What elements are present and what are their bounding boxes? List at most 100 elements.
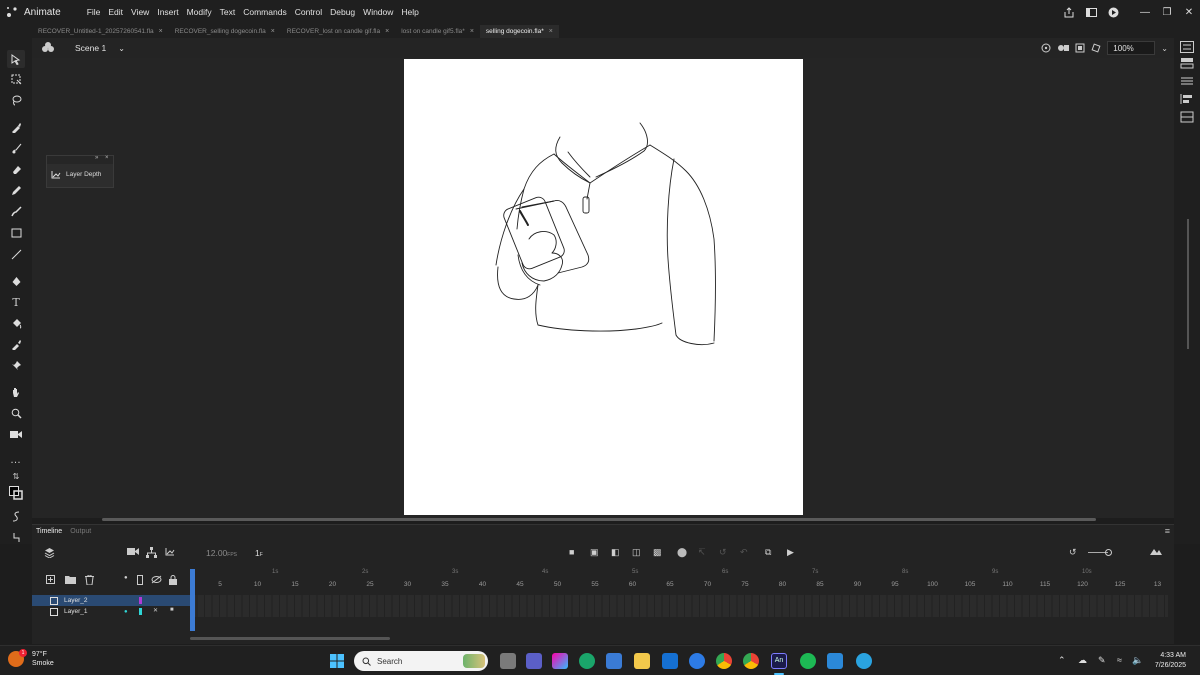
pen-tool-icon[interactable] bbox=[7, 272, 25, 290]
store-icon[interactable] bbox=[606, 653, 622, 669]
chrome-profile-icon[interactable] bbox=[743, 653, 759, 669]
outlook-icon[interactable] bbox=[662, 653, 678, 669]
tab-recover-selling-dogecoin[interactable]: RECOVER_selling dogecoin.fla × bbox=[169, 25, 281, 38]
tab-output[interactable]: Output bbox=[70, 528, 91, 535]
tab-recover-untitled[interactable]: RECOVER_Untitled-1_20257260541.fla × bbox=[32, 25, 169, 38]
menu-text[interactable]: Text bbox=[220, 7, 236, 17]
menu-edit[interactable]: Edit bbox=[108, 7, 123, 17]
layer-depth-button[interactable]: Layer Depth bbox=[51, 170, 101, 179]
volume-icon[interactable]: 🔈 bbox=[1132, 655, 1143, 666]
layer-depth-icon[interactable] bbox=[165, 547, 175, 556]
paint-bucket-tool-icon[interactable] bbox=[7, 314, 25, 332]
menu-help[interactable]: Help bbox=[401, 7, 418, 17]
messenger-icon[interactable] bbox=[689, 653, 705, 669]
eye-hidden-icon[interactable] bbox=[151, 575, 162, 584]
mountains-icon[interactable] bbox=[1150, 547, 1162, 555]
free-transform-tool-icon[interactable] bbox=[7, 70, 25, 88]
task-view-icon[interactable] bbox=[500, 653, 516, 669]
line-tool-icon[interactable] bbox=[7, 245, 25, 263]
delete-layer-icon[interactable] bbox=[85, 575, 94, 585]
copilot-icon[interactable] bbox=[552, 653, 568, 669]
outline-icon[interactable] bbox=[137, 575, 143, 585]
center-stage-icon[interactable] bbox=[1041, 43, 1051, 53]
wifi-icon[interactable]: ≈ bbox=[1117, 655, 1122, 665]
pen-icon[interactable]: ✎ bbox=[1098, 655, 1106, 666]
hand-tool-icon[interactable] bbox=[7, 383, 25, 401]
panel-menu-icon[interactable]: ≡ bbox=[1165, 526, 1170, 536]
file-explorer-icon[interactable] bbox=[634, 653, 650, 669]
library-icon[interactable] bbox=[1180, 57, 1194, 69]
minimize-icon[interactable]: — bbox=[1134, 0, 1156, 24]
timeline-horizontal-scrollbar[interactable] bbox=[190, 637, 390, 640]
tab-lost-on-candle-gif5[interactable]: lost on candle gif5.fla* × bbox=[395, 25, 480, 38]
smooth-icon[interactable] bbox=[7, 507, 25, 525]
playhead[interactable] bbox=[190, 569, 195, 631]
camera-icon[interactable] bbox=[127, 547, 139, 556]
layer-row-layer-1[interactable]: Layer_1 ● ✕ ■ bbox=[32, 606, 190, 617]
highlight-dot-icon[interactable]: ● bbox=[124, 609, 128, 615]
close-icon[interactable]: ✕ bbox=[1178, 0, 1200, 24]
assets-icon[interactable] bbox=[1180, 75, 1194, 87]
chevron-down-icon[interactable]: ⌄ bbox=[1161, 44, 1168, 53]
stage[interactable] bbox=[404, 59, 803, 515]
eraser-tool-icon[interactable] bbox=[7, 160, 25, 178]
frame-size-slider-thumb[interactable] bbox=[1105, 549, 1112, 556]
layer-row-layer-2[interactable]: Layer_2 bbox=[32, 595, 190, 606]
frames-row-layer-1[interactable] bbox=[190, 606, 1168, 617]
insert-blank-keyframe-icon[interactable]: ◧ bbox=[611, 547, 620, 558]
chevron-down-icon[interactable]: ⌄ bbox=[118, 44, 125, 53]
search-input[interactable]: Search bbox=[354, 651, 488, 671]
text-tool-icon[interactable]: T bbox=[7, 293, 25, 311]
lock-icon[interactable]: ■ bbox=[170, 607, 174, 613]
collapse-icon[interactable]: » bbox=[95, 155, 98, 161]
stroke-fill-color-icon[interactable] bbox=[7, 484, 25, 502]
menu-modify[interactable]: Modify bbox=[187, 7, 212, 17]
insert-frame-icon[interactable]: ■ bbox=[569, 547, 574, 557]
properties-icon[interactable] bbox=[1180, 41, 1194, 53]
eyedropper-tool-icon[interactable] bbox=[7, 335, 25, 353]
right-scrollbar[interactable] bbox=[1187, 219, 1189, 349]
create-tween-icon[interactable]: ◫ bbox=[632, 547, 641, 558]
close-icon[interactable]: × bbox=[549, 28, 553, 35]
layers-icon[interactable] bbox=[44, 547, 55, 558]
onion-skin-icon[interactable]: ⬤ bbox=[677, 547, 687, 558]
fit-frames-icon[interactable]: ↺ bbox=[1069, 547, 1077, 558]
layer-outline-color-swatch[interactable] bbox=[139, 597, 142, 604]
align-icon[interactable] bbox=[1180, 93, 1194, 105]
brush-tool-icon[interactable] bbox=[7, 139, 25, 157]
chrome-icon[interactable] bbox=[716, 653, 732, 669]
close-icon[interactable]: × bbox=[385, 28, 389, 35]
lasso-tool-icon[interactable] bbox=[7, 91, 25, 109]
layer-outline-color-swatch[interactable] bbox=[139, 608, 142, 615]
telegram-icon[interactable] bbox=[856, 653, 872, 669]
maximize-icon[interactable]: ❐ bbox=[1156, 0, 1178, 24]
pencil-tool-icon[interactable] bbox=[7, 181, 25, 199]
frame-ruler[interactable]: 5 10 15 20 25 30 35 40 45 50 55 60 65 70 75 80 85 90 95 100… bbox=[190, 569, 1168, 591]
highlight-layers-icon[interactable]: ● bbox=[124, 575, 128, 581]
swap-colors-icon[interactable]: ⇅ bbox=[7, 467, 25, 485]
straighten-icon[interactable] bbox=[7, 528, 25, 546]
teams-icon[interactable] bbox=[526, 653, 542, 669]
chevron-up-icon[interactable]: ⌃ bbox=[1058, 655, 1066, 666]
spotify-icon[interactable] bbox=[800, 653, 816, 669]
weather-widget[interactable]: 1 97°F Smoke bbox=[8, 649, 54, 668]
rectangle-tool-icon[interactable] bbox=[7, 224, 25, 242]
close-icon[interactable]: × bbox=[159, 28, 163, 35]
clip-content-icon[interactable] bbox=[1075, 43, 1085, 53]
camera-tool-icon[interactable] bbox=[7, 425, 25, 443]
new-layer-icon[interactable] bbox=[46, 575, 55, 584]
scene-name[interactable]: Scene 1 bbox=[75, 43, 106, 53]
fps-field[interactable]: 12.00FPS bbox=[206, 548, 237, 558]
tab-timeline[interactable]: Timeline bbox=[36, 528, 62, 535]
rotate-stage-icon[interactable] bbox=[1091, 43, 1101, 53]
selection-tool-icon[interactable] bbox=[7, 50, 25, 68]
delete-tween-icon[interactable]: ▩ bbox=[653, 547, 662, 558]
stage-horizontal-scrollbar[interactable] bbox=[102, 518, 1096, 521]
lock-icon[interactable] bbox=[169, 575, 177, 585]
scene-clapper-icon[interactable] bbox=[42, 42, 54, 53]
close-icon[interactable]: × bbox=[105, 155, 109, 161]
export-icon[interactable]: ⧉ bbox=[765, 547, 771, 558]
frames-row-layer-2[interactable] bbox=[190, 595, 1168, 606]
insert-keyframe-icon[interactable]: ▣ bbox=[590, 547, 599, 558]
edge-icon[interactable] bbox=[579, 653, 595, 669]
